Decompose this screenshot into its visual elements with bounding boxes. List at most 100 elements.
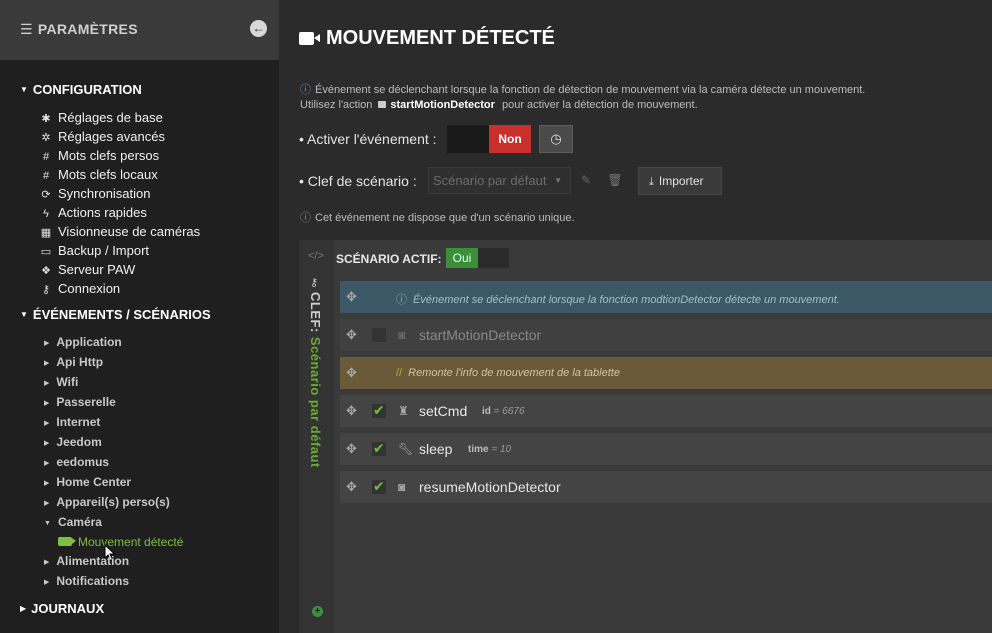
sidebar-item-reglages-base[interactable]: ✱ Réglages de base — [38, 110, 162, 125]
section-journaux-label: JOURNAUX — [31, 601, 105, 616]
info-icon: ⓘ — [300, 84, 311, 96]
app-window: ☰ PARAMÈTRES ← ▼ CONFIGURATION ✱ Réglages d… — [0, 0, 992, 633]
sidebar-item-camera[interactable]: ▼ Caméra — [44, 515, 102, 529]
sidebar: ☰ PARAMÈTRES ← ▼ CONFIGURATION ✱ Réglages d… — [0, 0, 279, 633]
sidebar-item-label: Wifi — [56, 375, 79, 389]
section-configuration[interactable]: ▼ CONFIGURATION — [20, 82, 142, 97]
pencil-icon: ✎ — [580, 173, 592, 187]
move-icon[interactable]: ✥ — [346, 327, 357, 343]
action-name: startMotionDetector — [419, 327, 542, 343]
arrow-left-circle-icon[interactable]: ← — [250, 20, 267, 37]
gears-icon: ✲ — [41, 132, 51, 144]
scenario-key-label: • Clef de scénario : — [299, 173, 417, 189]
sidebar-item-backup[interactable]: ▭ Backup / Import — [38, 243, 149, 258]
info-usage-pre: Utilisez l'action — [300, 99, 373, 111]
caret-right-icon: ▶ — [44, 400, 50, 407]
sidebar-item-label: Home Center — [56, 475, 132, 489]
paw-icon: ❖ — [41, 265, 51, 277]
row-info-text: ⓘ Événement se déclenchant lorsque la fon… — [396, 291, 840, 307]
sidebar-item-serveur-paw[interactable]: ❖ Serveur PAW — [38, 262, 135, 277]
caret-down-icon: ▼ — [20, 85, 28, 94]
param-key: time — [468, 444, 489, 455]
download-icon: ⤓ — [649, 176, 654, 188]
scenario-row-action[interactable]: ✥ ◙ resumeMotionDetector — [340, 471, 992, 503]
enable-checkbox[interactable] — [372, 440, 386, 457]
code-icon[interactable]: </> — [308, 250, 324, 262]
gear-icon: ✱ — [41, 113, 51, 125]
sidebar-item-jeedom[interactable]: ▶ Jeedom — [44, 435, 102, 449]
action-name: resumeMotionDetector — [419, 479, 561, 495]
sidebar-item-label: Api Http — [56, 355, 104, 369]
scenario-row-action[interactable]: ✥ ♜ setCmd id = 6676 — [340, 395, 992, 427]
sidebar-item-api-http[interactable]: ▶ Api Http — [44, 355, 103, 369]
sidebar-item-application[interactable]: ▶ Application — [44, 335, 122, 349]
add-action-icon[interactable]: + — [312, 606, 323, 617]
scenario-row-comment[interactable]: ✥ // Remonte l'info de mouvement de la ta… — [340, 357, 992, 389]
sidebar-item-label: Mouvement détecté — [78, 535, 184, 549]
section-journaux[interactable]: ▶ JOURNAUX — [20, 601, 104, 616]
sidebar-item-appareils-persos[interactable]: ▶ Appareil(s) perso(s) — [44, 495, 170, 509]
camera-icon: ◙ — [398, 328, 406, 342]
info-icon: ⓘ — [396, 294, 407, 306]
hash-icon: # — [42, 170, 50, 182]
activate-toggle-non[interactable]: Non — [489, 125, 531, 153]
camera-icon: ◙ — [398, 480, 406, 494]
activate-toggle-off[interactable] — [447, 125, 489, 153]
sidebar-item-label: Visionneuse de caméras — [58, 224, 201, 239]
sidebar-item-label: Application — [56, 335, 122, 349]
scenario-row-action[interactable]: ✥ 🔧︎ sleep time = 10 — [340, 433, 992, 465]
sidebar-item-reglages-avances[interactable]: ✲ Réglages avancés — [38, 129, 165, 144]
key-icon: ⚷ — [41, 284, 51, 296]
enable-checkbox[interactable] — [372, 328, 386, 342]
action-name: sleep — [419, 441, 453, 457]
wrench-icon: 🔧︎ — [398, 442, 414, 456]
scenario-row-info[interactable]: ✥ ⓘ Événement se déclenchant lorsque la f… — [340, 281, 992, 313]
sidebar-item-actions-rapides[interactable]: ϟ Actions rapides — [38, 205, 147, 220]
scenario-active-toggle-off[interactable] — [478, 248, 509, 268]
import-button[interactable]: ⤓ Importer — [638, 167, 722, 195]
sidebar-item-alimentation[interactable]: ▶ Alimentation — [44, 554, 129, 568]
sidebar-item-mots-clefs-locaux[interactable]: # Mots clefs locaux — [38, 167, 158, 182]
page-title-label: MOUVEMENT DÉTECTÉ — [326, 27, 555, 49]
enable-checkbox[interactable] — [372, 402, 386, 419]
caret-down-icon: ▼ — [20, 310, 28, 319]
sidebar-title: ☰ PARAMÈTRES — [20, 21, 138, 38]
param-value: 6676 — [502, 406, 525, 417]
sidebar-item-mots-clefs-persos[interactable]: # Mots clefs persos — [38, 148, 159, 163]
sidebar-item-label: Connexion — [58, 281, 121, 296]
sidebar-item-mouvement-detecte[interactable]: Mouvement détecté — [58, 535, 183, 549]
sidebar-item-passerelle[interactable]: ▶ Passerelle — [44, 395, 116, 409]
scenario-key-vertical-label: CLEF: Scénario par défaut — [308, 292, 323, 468]
section-evenements-label: ÉVÉNEMENTS / SCÉNARIOS — [32, 307, 211, 322]
sidebar-item-label: Notifications — [56, 574, 130, 588]
move-icon[interactable]: ✥ — [346, 365, 357, 381]
sidebar-item-eedomus[interactable]: ▶ eedomus — [44, 455, 109, 469]
action-param: id = 6676 — [482, 406, 525, 417]
video-camera-icon — [378, 101, 387, 108]
scenario-select[interactable]: Scénario par défaut ▼ — [428, 167, 571, 194]
sidebar-item-wifi[interactable]: ▶ Wifi — [44, 375, 78, 389]
move-icon[interactable]: ✥ — [346, 441, 357, 457]
move-icon[interactable]: ✥ — [346, 289, 357, 305]
sidebar-item-internet[interactable]: ▶ Internet — [44, 415, 100, 429]
delete-scenario-button[interactable]: 🗑 — [601, 167, 629, 194]
sidebar-item-label: Backup / Import — [58, 243, 150, 258]
info-description: ⓘ Événement se déclenchant lorsque la fon… — [300, 81, 865, 97]
info-usage-post: pour activer la détection de mouvement. — [501, 99, 698, 111]
sidebar-item-visionneuse[interactable]: ▦ Visionneuse de caméras — [38, 224, 200, 239]
sidebar-item-home-center[interactable]: ▶ Home Center — [44, 475, 131, 489]
enable-checkbox[interactable] — [372, 478, 386, 495]
caret-right-icon: ▶ — [44, 500, 50, 507]
scenario-row-action[interactable]: ✥ ◙ startMotionDetector — [340, 319, 992, 351]
sidebar-item-synchronisation[interactable]: ⟳ Synchronisation — [38, 186, 150, 201]
row-info-label: Événement se déclenchant lorsque la fonc… — [413, 294, 840, 306]
section-evenements[interactable]: ▼ ÉVÉNEMENTS / SCÉNARIOS — [20, 307, 211, 322]
edit-scenario-button[interactable]: ✎ — [574, 167, 598, 194]
sidebar-item-connexion[interactable]: ⚷ Connexion — [38, 281, 120, 296]
move-icon[interactable]: ✥ — [346, 403, 357, 419]
sidebar-item-notifications[interactable]: ▶ Notifications — [44, 574, 129, 588]
sidebar-item-label: Serveur PAW — [58, 262, 136, 277]
scenario-active-toggle-oui[interactable]: Oui — [446, 248, 478, 268]
move-icon[interactable]: ✥ — [346, 479, 357, 495]
clock-button[interactable]: ◷ — [539, 125, 573, 153]
